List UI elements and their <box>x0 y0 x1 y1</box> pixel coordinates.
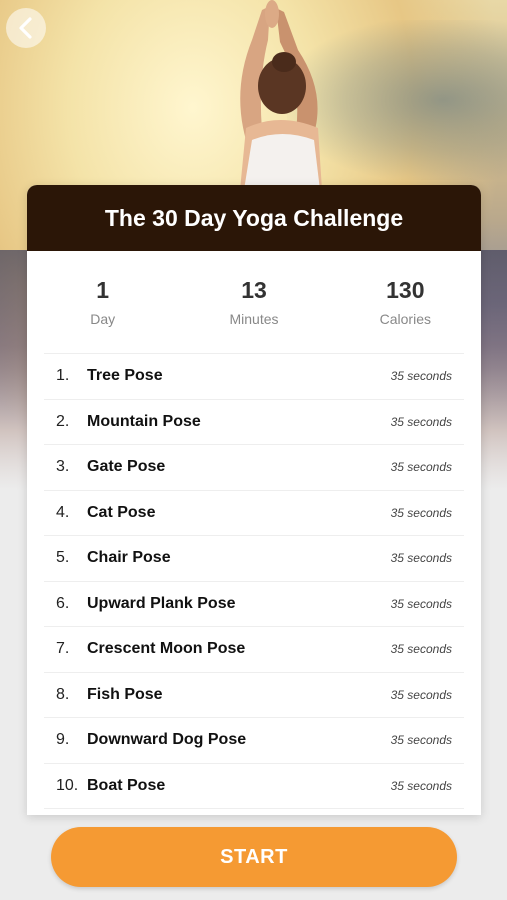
pose-duration: 35 seconds <box>390 414 452 429</box>
page-title: The 30 Day Yoga Challenge <box>27 185 481 251</box>
yoga-figure-illustration <box>240 0 322 190</box>
pose-duration: 35 seconds <box>390 551 452 566</box>
pose-duration: 35 seconds <box>390 460 452 475</box>
list-item[interactable]: 9. Downward Dog Pose 35 seconds <box>44 718 464 764</box>
pose-name: Downward Dog Pose <box>87 731 247 749</box>
list-item[interactable]: 4. Cat Pose 35 seconds <box>44 491 464 536</box>
pose-name: Chair Pose <box>87 549 171 567</box>
list-item[interactable]: 1. Tree Pose 35 seconds <box>44 354 464 400</box>
stat-label: Calories <box>379 311 431 327</box>
stat-value: 130 <box>386 277 425 303</box>
stat-label: Minutes <box>229 311 279 327</box>
pose-number: 1. <box>56 367 70 385</box>
back-button[interactable] <box>6 8 46 48</box>
pose-number: 7. <box>56 640 70 658</box>
pose-number: 3. <box>56 458 70 476</box>
pose-name: Boat Pose <box>87 776 166 794</box>
stat-minutes: 13 Minutes <box>178 251 329 353</box>
pose-name: Cat Pose <box>87 503 156 521</box>
start-button[interactable]: START <box>51 827 457 887</box>
pose-number: 6. <box>56 594 70 612</box>
list-item[interactable]: 5. Chair Pose 35 seconds <box>44 536 464 582</box>
stat-label: Day <box>90 311 116 327</box>
pose-name: Gate Pose <box>87 458 166 476</box>
pose-number: 8. <box>56 685 70 703</box>
list-item[interactable]: 6. Upward Plank Pose 35 seconds <box>44 582 464 627</box>
stats-row: 1 Day 13 Minutes 130 Calories <box>27 251 481 353</box>
pose-list: 1. Tree Pose 35 seconds 2. Mountain Pose… <box>44 353 464 809</box>
list-item[interactable]: 3. Gate Pose 35 seconds <box>44 445 464 491</box>
pose-name: Upward Plank Pose <box>87 594 236 612</box>
pose-duration: 35 seconds <box>390 369 452 384</box>
pose-number: 9. <box>56 731 70 749</box>
chevron-left-icon <box>19 17 32 39</box>
stat-day: 1 Day <box>27 251 178 353</box>
list-item[interactable]: 7. Crescent Moon Pose 35 seconds <box>44 627 464 673</box>
pose-name: Fish Pose <box>87 685 163 703</box>
stat-calories: 130 Calories <box>330 251 481 353</box>
pose-number: 2. <box>56 412 70 430</box>
pose-duration: 35 seconds <box>390 642 452 657</box>
pose-number: 5. <box>56 549 70 567</box>
list-item[interactable]: 8. Fish Pose 35 seconds <box>44 673 464 718</box>
list-item[interactable]: 10. Boat Pose 35 seconds <box>44 764 464 809</box>
challenge-card: The 30 Day Yoga Challenge 1 Day 13 Minut… <box>27 185 481 815</box>
pose-number: 10. <box>56 776 79 794</box>
pose-name: Mountain Pose <box>87 412 201 430</box>
pose-name: Crescent Moon Pose <box>87 640 246 658</box>
pose-duration: 35 seconds <box>390 778 452 793</box>
pose-duration: 35 seconds <box>390 687 452 702</box>
list-item[interactable]: 2. Mountain Pose 35 seconds <box>44 400 464 445</box>
pose-duration: 35 seconds <box>390 596 452 611</box>
stat-value: 13 <box>241 277 267 303</box>
pose-number: 4. <box>56 503 70 521</box>
stat-value: 1 <box>96 277 110 303</box>
pose-duration: 35 seconds <box>390 733 452 748</box>
pose-name: Tree Pose <box>87 367 163 385</box>
pose-duration: 35 seconds <box>390 505 452 520</box>
